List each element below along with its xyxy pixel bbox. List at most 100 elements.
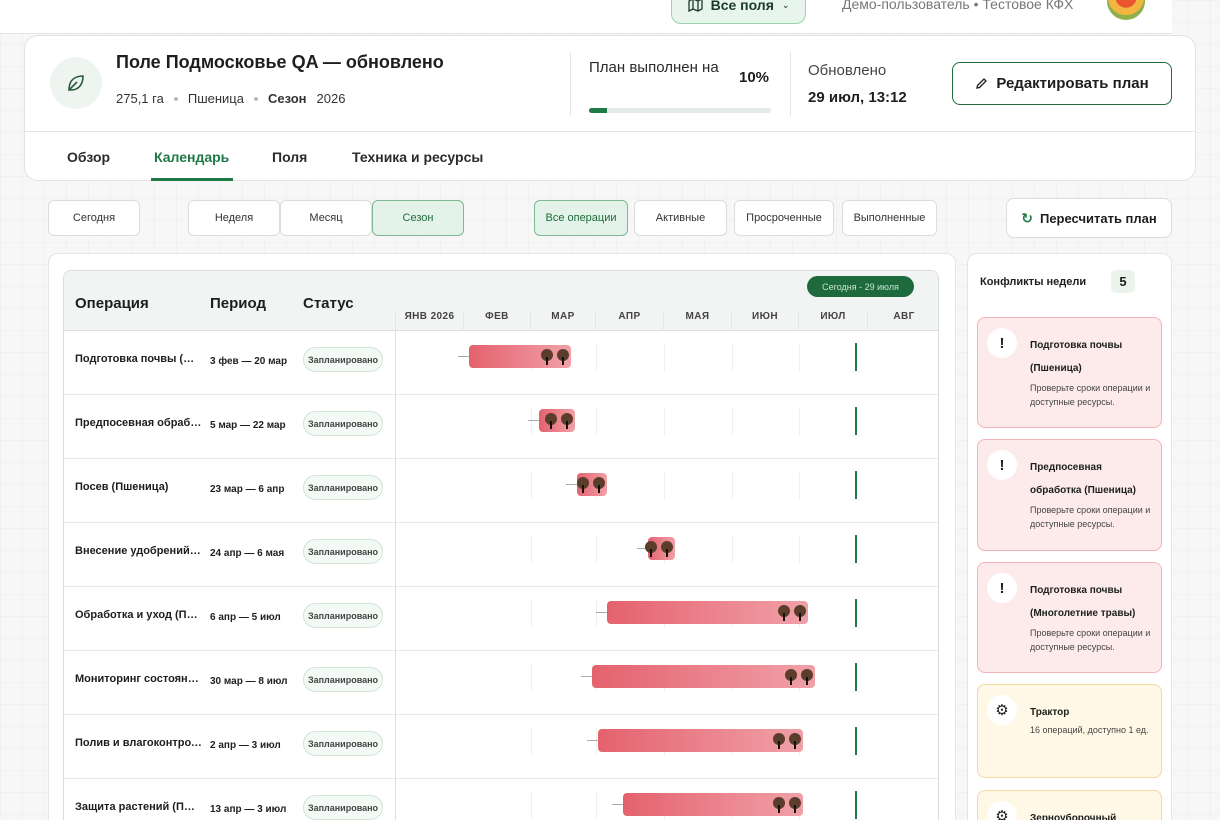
today-line: [855, 343, 857, 371]
status-badge: Запланировано: [303, 411, 383, 436]
avatar[interactable]: [1105, 0, 1147, 22]
active-tab-indicator: [151, 178, 233, 181]
timeline-cell: [395, 587, 938, 650]
status-badge: Запланировано: [303, 539, 383, 564]
month-label: МАР: [530, 311, 595, 331]
worker-icon: [783, 669, 799, 685]
view-season-button[interactable]: Сезон: [372, 200, 464, 236]
operation-period: 3 фев — 20 мар: [210, 356, 288, 367]
today-line: [855, 727, 857, 755]
operation-period: 5 мар — 22 мар: [210, 420, 286, 431]
top-bar: Все поля ⌄ Демо-пользователь • Тестовое …: [0, 0, 1172, 34]
month-label: ФЕВ: [463, 311, 530, 331]
timeline-cell: [395, 651, 938, 714]
grid-line: [596, 407, 597, 435]
operation-period: 24 апр — 6 мая: [210, 548, 285, 559]
alert-icon: !: [987, 328, 1017, 358]
worker-icon: [776, 605, 792, 621]
map-icon: [687, 0, 703, 12]
recalc-plan-button[interactable]: ↻ Пересчитать план: [1006, 198, 1172, 238]
grid-line: [732, 407, 733, 435]
grid-line: [596, 343, 597, 371]
view-month-button[interactable]: Месяц: [280, 200, 372, 236]
month-label: ИЮН: [731, 311, 798, 331]
refresh-icon: ↻: [1021, 209, 1033, 226]
tab-overview[interactable]: Обзор: [67, 149, 110, 165]
table-row[interactable]: Защита растений (Пшеница) 13 апр — 3 июл З…: [64, 779, 938, 820]
grid-line: [531, 471, 532, 499]
operation-name: Мониторинг состояния (Пшеница): [75, 673, 202, 685]
worker-icon: [555, 349, 571, 365]
today-line: [855, 407, 857, 435]
filter-done-button[interactable]: Выполненные: [842, 200, 937, 236]
tab-fields[interactable]: Поля: [272, 149, 307, 165]
table-row[interactable]: Обработка и уход (Пшеница) 6 апр — 5 июл З…: [64, 587, 938, 651]
grid-line: [531, 599, 532, 627]
bar-lead-line: [528, 420, 540, 421]
tab-calendar[interactable]: Календарь: [154, 149, 229, 165]
operation-bar[interactable]: [591, 665, 815, 688]
plan-progress-fill: [589, 108, 608, 113]
conflicts-count: 5: [1111, 270, 1135, 293]
grid-line: [732, 535, 733, 563]
operation-period: 23 мар — 6 апр: [210, 484, 285, 495]
table-row[interactable]: Полив и влагоконтроль (Пшеница) 2 апр — 3…: [64, 715, 938, 779]
conflict-card[interactable]: ! Подготовка почвы (Многолетние травы) Про…: [977, 562, 1162, 673]
bar-lead-line: [612, 804, 624, 805]
table-row[interactable]: Мониторинг состояния (Пшеница) 30 мар — 8…: [64, 651, 938, 715]
today-line: [855, 471, 857, 499]
worker-icon: [659, 541, 675, 557]
conflict-card[interactable]: ! Предпосевная обработка (Пшеница) Проверь…: [977, 439, 1162, 551]
gear-icon: ⚙: [987, 801, 1017, 820]
conflicts-title: Конфликты недели: [980, 276, 1087, 288]
timeline-cell: [395, 395, 938, 458]
today-button[interactable]: Сегодня: [48, 200, 140, 236]
plan-progress-bar: [589, 108, 771, 113]
month-label: АВГ: [867, 311, 938, 331]
chevron-down-icon: ⌄: [781, 0, 790, 10]
grid-line: [596, 727, 597, 755]
plan-progress-value: 10%: [739, 69, 770, 86]
conflict-title: Трактор: [1030, 707, 1070, 718]
view-week-button[interactable]: Неделя: [188, 200, 280, 236]
bar-lead-line: [457, 356, 469, 357]
table-row[interactable]: Предпосевная обработка (Пшеница) 5 мар — …: [64, 395, 938, 459]
gear-icon: ⚙: [987, 695, 1017, 725]
field-meta: 275,1 га Пшеница Сезон 2026: [116, 91, 345, 106]
grid-line: [799, 343, 800, 371]
filter-active-button[interactable]: Активные: [634, 200, 727, 236]
today-line: [855, 599, 857, 627]
grid-line: [799, 407, 800, 435]
today-line: [855, 663, 857, 691]
updated-value: 29 июл, 13:12: [808, 89, 907, 106]
recalc-label: Пересчитать план: [1039, 210, 1157, 226]
table-row[interactable]: Внесение удобрений (Пшеница) 24 апр — 6 м…: [64, 523, 938, 587]
alert-icon: !: [987, 450, 1017, 480]
alert-icon: !: [987, 573, 1017, 603]
leaf-icon: [50, 57, 102, 109]
gantt-header: Операция Период Статус ЯНВ 2026 ФЕВ МАР АПР…: [64, 271, 938, 331]
worker-icon: [787, 733, 803, 749]
bar-lead-line: [596, 612, 608, 613]
filter-all-button[interactable]: Все операции: [534, 200, 628, 236]
grid-line: [531, 791, 532, 819]
edit-plan-button[interactable]: Редактировать план: [952, 62, 1172, 105]
grid-line: [799, 471, 800, 499]
conflict-card[interactable]: ⚙ Трактор 16 операций, доступно 1 ед.: [977, 684, 1162, 778]
grid-line: [664, 343, 665, 371]
conflict-card[interactable]: ⚙ Зерноуборочный: [977, 790, 1162, 820]
grid-line: [596, 599, 597, 627]
conflict-description: Проверьте сроки операции и доступные рес…: [1030, 383, 1151, 407]
timeline-cell: [395, 779, 938, 820]
status-badge: Запланировано: [303, 347, 383, 372]
user-info: Демо-пользователь • Тестовое КФХ: [842, 0, 1074, 12]
filter-overdue-button[interactable]: Просроченные: [734, 200, 834, 236]
tab-equipment[interactable]: Техника и ресурсы: [352, 149, 483, 165]
table-row[interactable]: Подготовка почвы (Пшеница) 3 фев — 20 мар…: [64, 331, 938, 395]
all-fields-dropdown[interactable]: Все поля ⌄: [671, 0, 806, 24]
status-badge: Запланировано: [303, 603, 383, 628]
status-badge: Запланировано: [303, 795, 383, 820]
table-row[interactable]: Посев (Пшеница) 23 мар — 6 апр Запланирова…: [64, 459, 938, 523]
conflict-card[interactable]: ! Подготовка почвы (Пшеница) Проверьте сро…: [977, 317, 1162, 428]
edit-plan-label: Редактировать план: [996, 75, 1149, 92]
